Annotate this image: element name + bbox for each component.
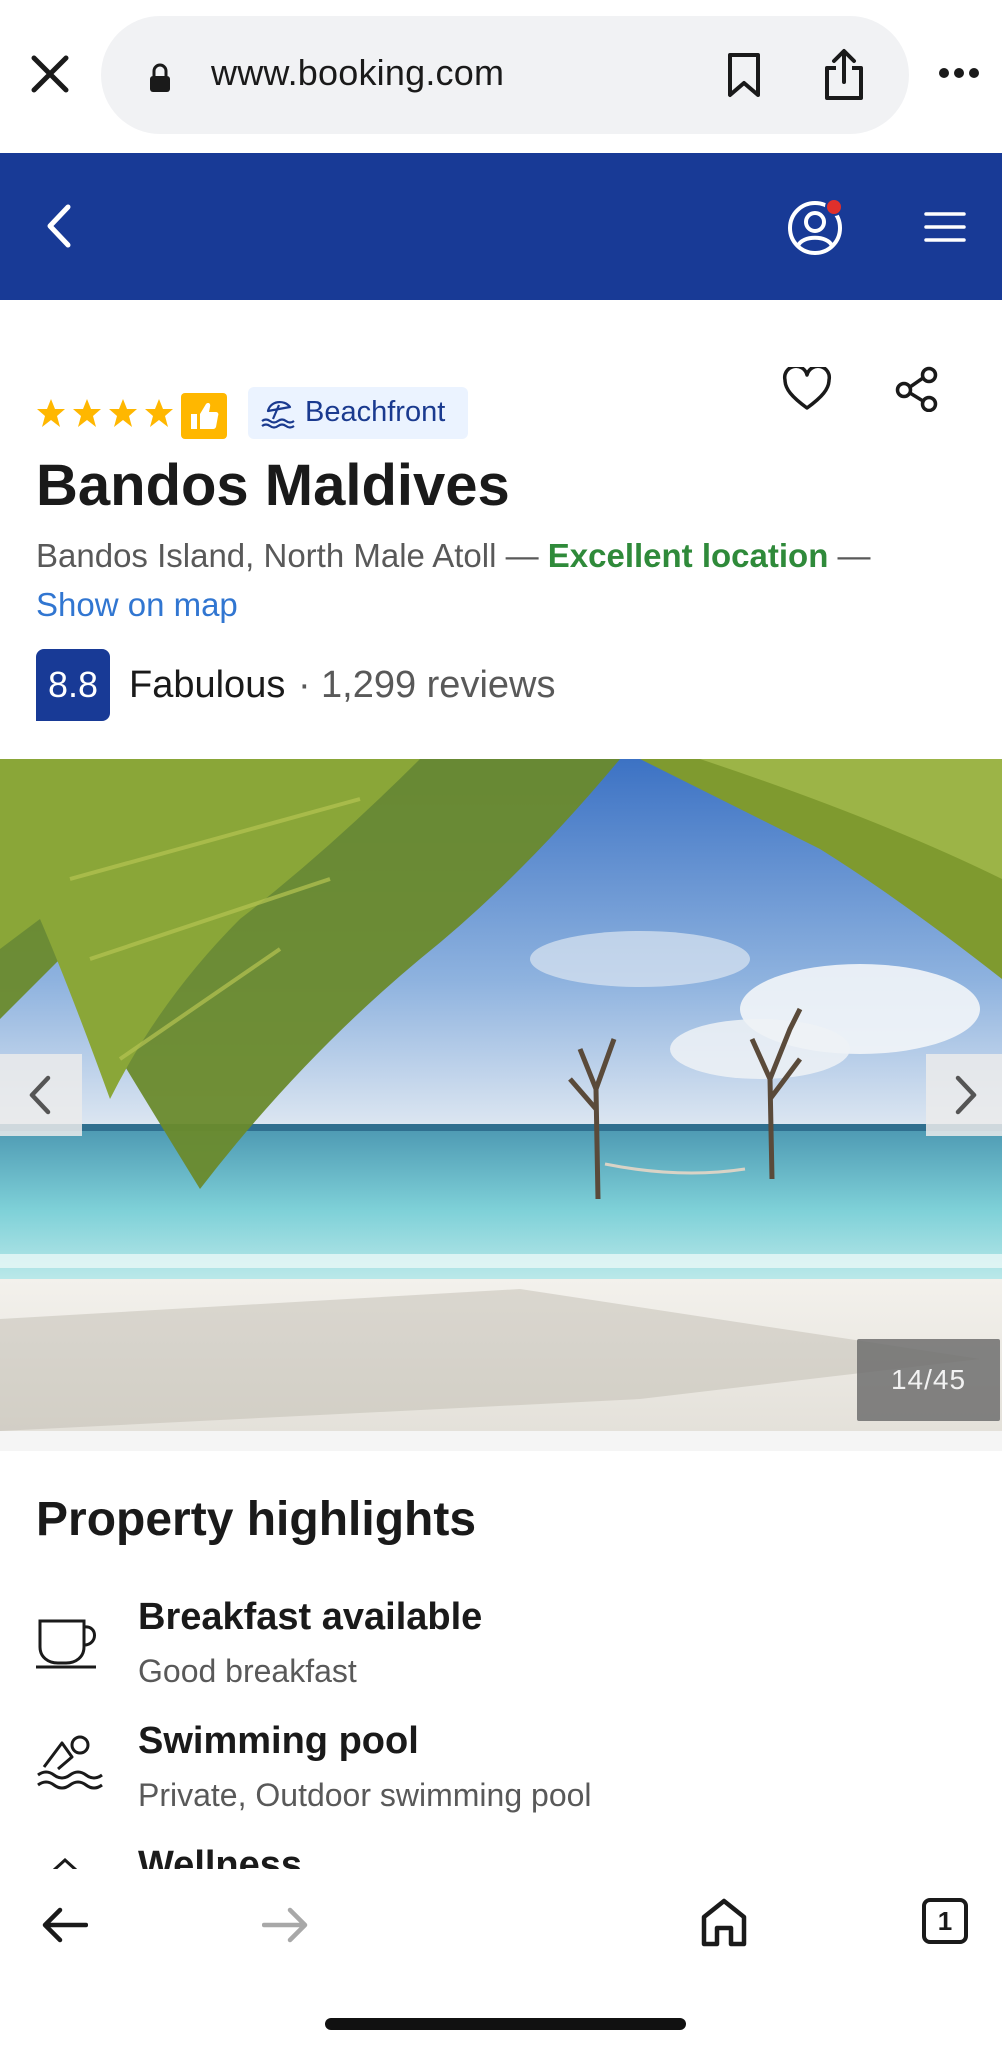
beachfront-tag-label: Beachfront: [305, 396, 446, 428]
site-header: [0, 153, 1002, 300]
highlight-subtitle: Good breakfast: [138, 1653, 357, 1689]
property-name: Bandos Maldives: [36, 453, 510, 518]
location-score-note: Excellent location: [547, 537, 829, 574]
swimmer-icon: [36, 1733, 106, 1790]
review-score-badge[interactable]: 8.8: [36, 649, 110, 721]
show-on-map-link[interactable]: Show on map: [36, 586, 238, 624]
star-icon: [37, 399, 65, 427]
star-rating: [36, 398, 174, 432]
gallery-photo[interactable]: [0, 759, 1002, 1431]
tabs-button[interactable]: 1: [922, 1898, 968, 1944]
heart-icon[interactable]: [782, 364, 832, 411]
home-indicator[interactable]: [325, 2018, 686, 2030]
star-icon: [109, 399, 137, 427]
browser-bottom-bar: 1: [0, 1869, 1002, 2048]
address-separator-trailing: —: [828, 537, 871, 574]
beach-umbrella-icon: [260, 397, 296, 429]
url-text[interactable]: www.booking.com: [211, 52, 504, 94]
highlights-title: Property highlights: [36, 1493, 477, 1546]
property-address-line: Bandos Island, North Male Atoll — Excell…: [36, 537, 871, 575]
gallery-next-button[interactable]: [926, 1054, 1002, 1136]
highlight-title: Breakfast available: [138, 1596, 483, 1638]
address-separator: —: [496, 537, 548, 574]
highlight-subtitle: Private, Outdoor swimming pool: [138, 1777, 592, 1813]
account-icon[interactable]: [786, 197, 846, 257]
gallery-prev-button[interactable]: [0, 1054, 82, 1136]
back-arrow-icon[interactable]: [42, 1907, 89, 1943]
rating-separator: ·: [298, 664, 311, 706]
preferred-partner-thumbs-up-icon[interactable]: [181, 393, 227, 439]
property-address: Bandos Island, North Male Atoll: [36, 537, 497, 574]
browser-toolbar: www.booking.com: [0, 0, 1002, 153]
forward-arrow-icon[interactable]: [261, 1907, 308, 1943]
gallery-counter: 14/45: [857, 1339, 1000, 1421]
close-icon[interactable]: [28, 52, 72, 96]
star-icon: [145, 399, 173, 427]
photo-gallery[interactable]: 14/45: [0, 759, 1002, 1431]
hamburger-menu-icon[interactable]: [924, 211, 966, 243]
review-count[interactable]: 1,299 reviews: [321, 664, 555, 707]
star-icon: [73, 399, 101, 427]
beachfront-tag: Beachfront: [248, 387, 468, 439]
highlight-title: Swimming pool: [138, 1720, 419, 1762]
lock-icon: [148, 63, 172, 93]
gallery-divider: [0, 1431, 1002, 1451]
home-icon[interactable]: [700, 1897, 748, 1947]
back-chevron-icon[interactable]: [44, 203, 74, 249]
share-icon[interactable]: [822, 48, 866, 102]
coffee-cup-icon: [36, 1613, 106, 1669]
more-icon[interactable]: [938, 66, 980, 78]
rating-word[interactable]: Fabulous: [129, 664, 285, 707]
share-nodes-icon[interactable]: [894, 366, 940, 413]
bookmark-icon[interactable]: [724, 52, 764, 98]
